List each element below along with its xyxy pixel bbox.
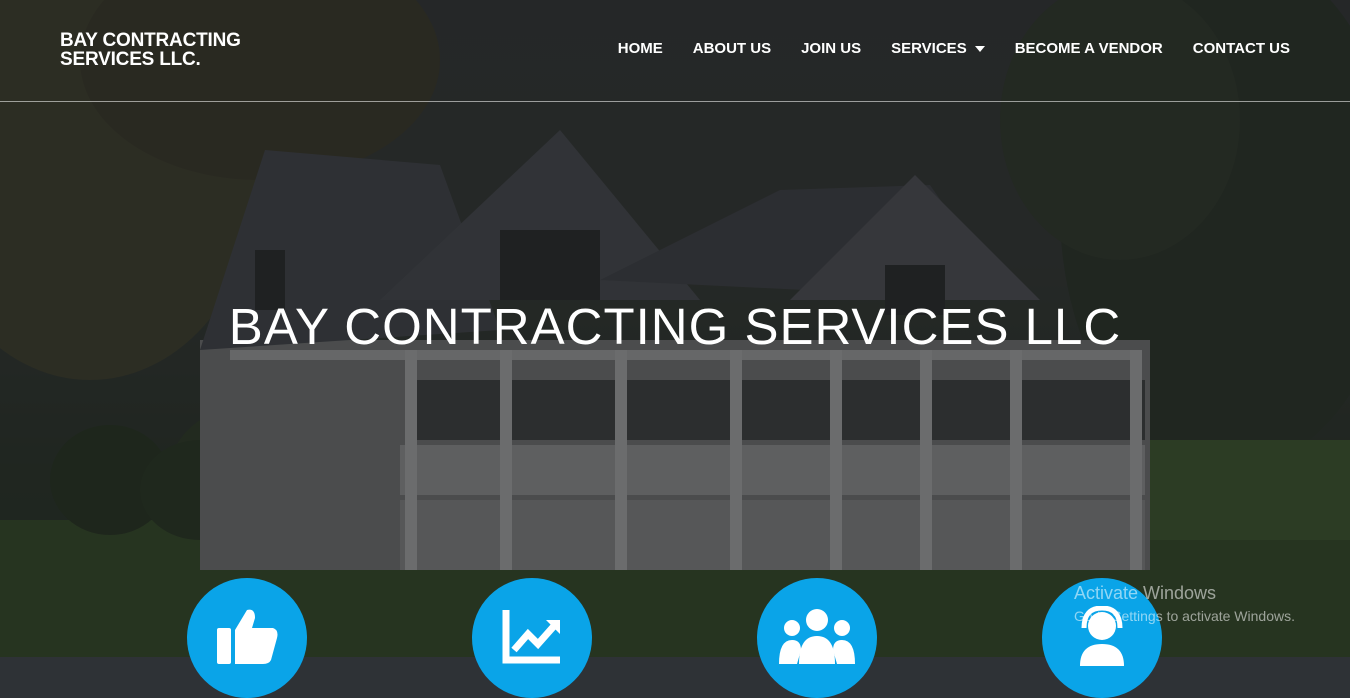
nav-about-us[interactable]: ABOUT US <box>693 40 771 57</box>
nav-join-us[interactable]: JOIN US <box>801 40 861 57</box>
feature-circle-3 <box>757 578 877 698</box>
watermark-title: Activate Windows <box>1074 583 1217 603</box>
thumbs-up-icon <box>217 609 278 664</box>
logo-line-1: BAY CONTRACTING <box>60 30 241 51</box>
windows-activation-watermark: Activate Windows Go to Settings to activ… <box>1074 583 1295 624</box>
nav-become-a-vendor[interactable]: BECOME A VENDOR <box>1015 40 1163 57</box>
site-logo[interactable]: BAY CONTRACTING SERVICES LLC. <box>60 31 280 69</box>
nav-contact-us[interactable]: CONTACT US <box>1193 40 1290 57</box>
chevron-down-icon <box>974 45 985 52</box>
nav-home[interactable]: HOME <box>618 40 663 57</box>
feature-circle-1 <box>187 578 307 698</box>
site-header: BAY CONTRACTING SERVICES LLC. HOME ABOUT… <box>0 0 1350 102</box>
watermark-subtitle: Go to Settings to activate Windows. <box>1074 608 1295 624</box>
nav-services[interactable]: SERVICES <box>891 40 985 57</box>
hero-title: BAY CONTRACTING SERVICES LLC <box>228 298 1122 355</box>
growth-chart-icon <box>502 610 560 664</box>
nav-services-label: SERVICES <box>891 40 967 57</box>
feature-circle-2 <box>472 578 592 698</box>
logo-line-2: SERVICES LLC. <box>60 49 201 70</box>
team-icon <box>779 609 855 664</box>
main-nav: HOME ABOUT US JOIN US SERVICES BECOME A … <box>618 40 1290 57</box>
